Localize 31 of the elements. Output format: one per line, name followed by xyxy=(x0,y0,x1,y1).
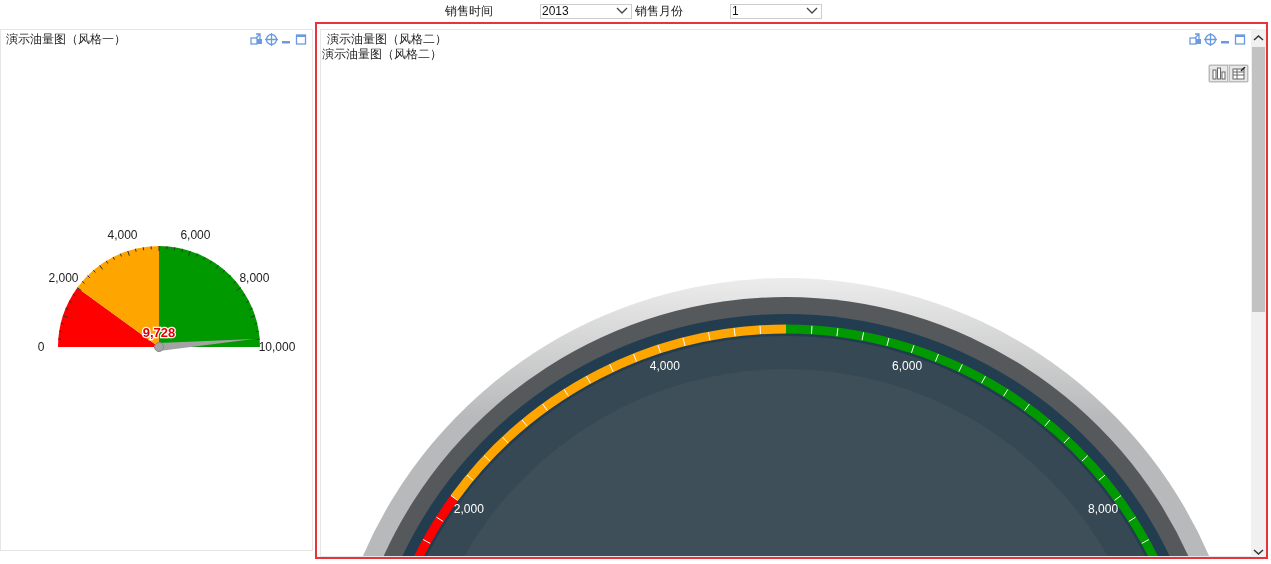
dropdown-field[interactable]: 2013 xyxy=(540,3,632,19)
tick-label: 10,000 xyxy=(258,340,296,354)
chevron-down-icon[interactable] xyxy=(1251,547,1266,557)
chevron-up-icon[interactable] xyxy=(1251,33,1266,43)
tick-label: 0 xyxy=(37,340,45,354)
gauge-value: 9,728 xyxy=(142,325,176,340)
export-icon[interactable] xyxy=(250,32,263,46)
filter-label: 销售月份 xyxy=(635,2,684,20)
tick-label: 8,000 xyxy=(1088,501,1119,516)
export-icon[interactable] xyxy=(1189,32,1202,46)
target-icon[interactable] xyxy=(1204,32,1217,46)
table-edit-button[interactable] xyxy=(1229,65,1248,82)
filter-label: 销售时间 xyxy=(445,2,494,20)
tick-label: 6,000 xyxy=(180,227,211,242)
tick-label: 6,000 xyxy=(892,359,923,374)
maximize-icon[interactable] xyxy=(295,32,308,46)
maximize-icon[interactable] xyxy=(1234,32,1247,46)
tick-label: 2,000 xyxy=(48,270,79,285)
panel-title: 演示油量图（风格二） xyxy=(327,30,447,48)
scrollbar[interactable] xyxy=(1251,29,1266,557)
caret-icon xyxy=(616,7,628,15)
chart-subtitle: 演示油量图（风格二） xyxy=(321,48,443,63)
panel-title: 演示油量图（风格一） xyxy=(6,30,126,48)
target-icon[interactable] xyxy=(265,32,278,46)
bar-chart-button[interactable] xyxy=(1209,65,1228,82)
dropdown-field[interactable]: 1 xyxy=(730,3,822,19)
caret-icon xyxy=(806,7,818,15)
tick-label: 4,000 xyxy=(649,359,680,374)
tick-label: 4,000 xyxy=(107,227,138,242)
tick-label: 2,000 xyxy=(453,501,484,516)
tick-label: 8,000 xyxy=(239,270,270,285)
